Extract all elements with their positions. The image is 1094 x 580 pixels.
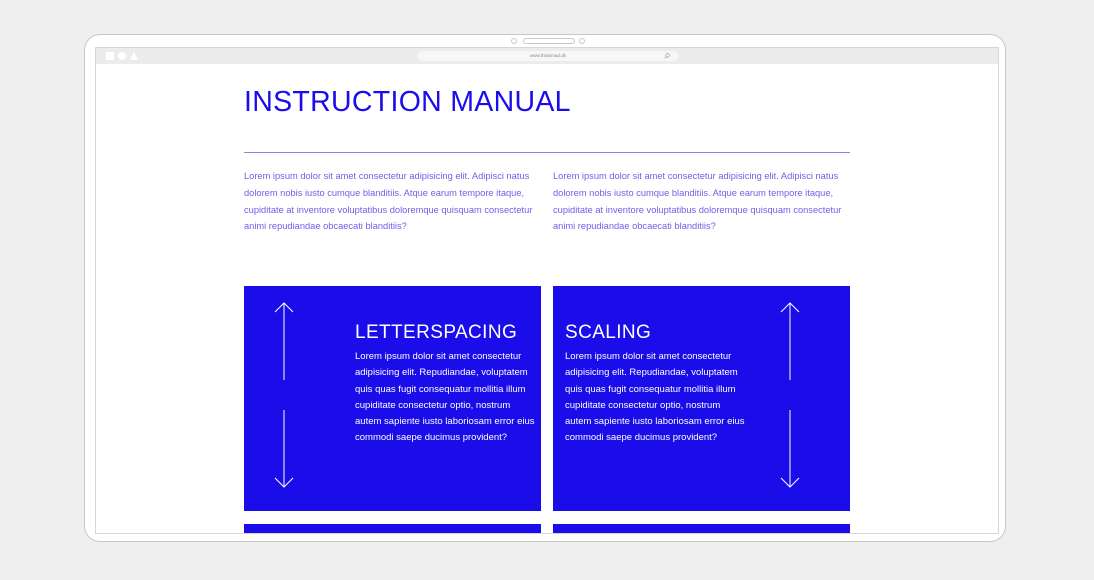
device-frame: www.thisismad.dk INSTRUCTION MANUAL Lore…: [84, 34, 1006, 542]
search-icon[interactable]: [664, 53, 670, 59]
vertical-double-arrow-icon: [274, 302, 294, 488]
scaling-card: SCALING Lorem ipsum dolor sit amet conse…: [553, 286, 850, 511]
browser-bar: www.thisismad.dk: [96, 48, 998, 64]
speaker-bar: [523, 38, 575, 44]
card-body: Lorem ipsum dolor sit amet consectetur a…: [565, 351, 745, 444]
title-divider: [244, 152, 850, 153]
circle-icon[interactable]: [118, 52, 126, 60]
next-card-left: [244, 524, 541, 533]
letterspacing-card: LETTERSPACING Lorem ipsum dolor sit amet…: [244, 286, 541, 511]
camera-dot-left: [511, 38, 517, 44]
triangle-icon[interactable]: [130, 52, 138, 60]
intro-text-left: Lorem ipsum dolor sit amet consectetur a…: [244, 171, 533, 232]
screen: www.thisismad.dk INSTRUCTION MANUAL Lore…: [95, 47, 999, 534]
web-page: INSTRUCTION MANUAL Lorem ipsum dolor sit…: [96, 64, 998, 533]
camera-dot-right: [579, 38, 585, 44]
next-card-right: [553, 524, 850, 533]
vertical-double-arrow-icon: [780, 302, 800, 488]
page-title: INSTRUCTION MANUAL: [244, 86, 571, 118]
card-title: SCALING: [565, 322, 652, 343]
square-icon[interactable]: [106, 52, 114, 60]
card-body: Lorem ipsum dolor sit amet consectetur a…: [355, 351, 535, 444]
address-bar[interactable]: www.thisismad.dk: [418, 51, 678, 61]
device-top-bezel: [85, 35, 1005, 47]
card-title: LETTERSPACING: [355, 322, 518, 343]
url-text: www.thisismad.dk: [530, 53, 566, 58]
intro-text-right: Lorem ipsum dolor sit amet consectetur a…: [553, 171, 842, 232]
